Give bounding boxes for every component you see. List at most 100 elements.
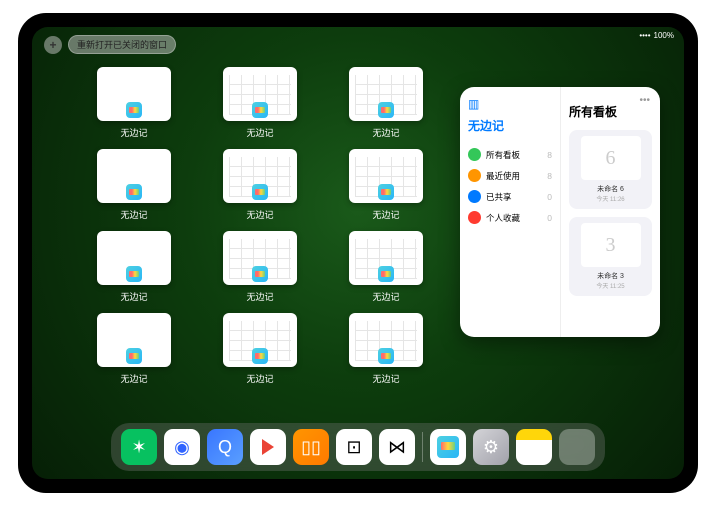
sidebar-item-label: 所有看板 [486, 149, 520, 161]
board-title: 未命名 6 [597, 184, 624, 194]
window-card[interactable]: 无边记 [80, 149, 188, 221]
window-thumbnail [97, 231, 171, 285]
screen: •••• 100% + 重新打开已关闭的窗口 无边记无边记无边记无边记无边记无边… [32, 27, 684, 479]
board-timestamp: 今天 11:26 [596, 194, 624, 203]
ipad-frame: •••• 100% + 重新打开已关闭的窗口 无边记无边记无边记无边记无边记无边… [18, 13, 698, 493]
dock-separator [422, 432, 423, 462]
window-thumbnail [223, 231, 297, 285]
dock-play-icon[interactable] [250, 429, 286, 465]
window-label: 无边记 [120, 126, 147, 139]
freeform-app-icon [378, 184, 394, 200]
freeform-app-icon [378, 102, 394, 118]
more-icon[interactable]: ••• [639, 95, 650, 106]
window-thumbnail [223, 313, 297, 367]
freeform-app-icon [126, 348, 142, 364]
window-card[interactable]: 无边记 [206, 67, 314, 139]
window-card[interactable]: 无边记 [206, 313, 314, 385]
freeform-app-icon [126, 266, 142, 282]
popup-app-title: 无边记 [468, 117, 552, 134]
window-card[interactable]: 无边记 [80, 67, 188, 139]
sidebar-item[interactable]: 最近使用 8 [468, 165, 552, 186]
popup-sidebar: ▥ 无边记 所有看板 8 最近使用 8 已共享 0 个人收藏 0 [460, 87, 560, 337]
sidebar-item[interactable]: 已共享 0 [468, 186, 552, 207]
dock-app7-icon[interactable]: ⋈ [379, 429, 415, 465]
dock-dice-icon[interactable]: ⊡ [336, 429, 372, 465]
window-card[interactable]: 无边记 [206, 149, 314, 221]
sidebar-item-label: 个人收藏 [486, 212, 520, 224]
freeform-app-icon [252, 266, 268, 282]
window-thumbnail [223, 149, 297, 203]
dock-browser2-icon[interactable]: Q [207, 429, 243, 465]
category-icon [468, 148, 481, 161]
sidebar-toggle-icon[interactable]: ▥ [468, 97, 479, 111]
window-thumbnail [349, 67, 423, 121]
add-window-button[interactable]: + [44, 36, 62, 54]
window-card[interactable]: 无边记 [332, 67, 440, 139]
window-card[interactable]: 无边记 [80, 231, 188, 303]
window-thumbnail [349, 313, 423, 367]
category-icon [468, 169, 481, 182]
dock-settings-icon[interactable]: ⚙ [473, 429, 509, 465]
freeform-app-icon [252, 184, 268, 200]
sidebar-item-count: 0 [547, 192, 552, 202]
window-label: 无边记 [120, 372, 147, 385]
board-card[interactable]: 3 未命名 3今天 11:25 [569, 217, 652, 296]
reopen-closed-window-button[interactable]: 重新打开已关闭的窗口 [68, 35, 176, 54]
board-title: 未命名 3 [597, 271, 624, 281]
dock: ✶ ◉ Q ▯▯ ⊡ ⋈ ⚙ [111, 423, 605, 471]
freeform-app-icon [378, 266, 394, 282]
window-thumbnail [97, 313, 171, 367]
board-preview: 3 [581, 223, 641, 267]
window-label: 无边记 [120, 290, 147, 303]
status-bar: •••• 100% [639, 31, 674, 40]
window-thumbnail [223, 67, 297, 121]
window-label: 无边记 [246, 126, 273, 139]
window-card[interactable]: 无边记 [80, 313, 188, 385]
sidebar-item[interactable]: 所有看板 8 [468, 144, 552, 165]
freeform-app-icon [126, 102, 142, 118]
dock-books-icon[interactable]: ▯▯ [293, 429, 329, 465]
freeform-app-icon [252, 348, 268, 364]
sidebar-item-count: 8 [547, 150, 552, 160]
window-label: 无边记 [246, 372, 273, 385]
window-card[interactable]: 无边记 [332, 149, 440, 221]
sidebar-item[interactable]: 个人收藏 0 [468, 207, 552, 228]
window-label: 无边记 [372, 126, 399, 139]
top-bar: + 重新打开已关闭的窗口 [44, 35, 176, 54]
dock-folder-icon[interactable] [559, 429, 595, 465]
sidebar-item-label: 最近使用 [486, 170, 520, 182]
category-icon [468, 190, 481, 203]
window-label: 无边记 [120, 208, 147, 221]
sidebar-item-count: 0 [547, 213, 552, 223]
battery-label: 100% [654, 31, 674, 40]
signal-icon: •••• [639, 31, 650, 40]
dock-freeform-icon[interactable] [430, 429, 466, 465]
window-label: 无边记 [372, 208, 399, 221]
freeform-app-icon [378, 348, 394, 364]
dock-notes-icon[interactable] [516, 429, 552, 465]
window-card[interactable]: 无边记 [332, 313, 440, 385]
window-label: 无边记 [372, 372, 399, 385]
board-card[interactable]: 6 未命名 6今天 11:26 [569, 130, 652, 209]
window-card[interactable]: 无边记 [332, 231, 440, 303]
dock-browser1-icon[interactable]: ◉ [164, 429, 200, 465]
window-thumbnail [97, 149, 171, 203]
window-thumbnail [97, 67, 171, 121]
window-label: 无边记 [372, 290, 399, 303]
freeform-app-icon [252, 102, 268, 118]
sidebar-item-count: 8 [547, 171, 552, 181]
sidebar-item-label: 已共享 [486, 191, 512, 203]
window-label: 无边记 [246, 290, 273, 303]
popup-content: 所有看板 6未命名 6今天 11:263未命名 3今天 11:25 [560, 87, 660, 337]
window-card[interactable]: 无边记 [206, 231, 314, 303]
dock-wechat-icon[interactable]: ✶ [121, 429, 157, 465]
board-preview: 6 [581, 136, 641, 180]
freeform-popup: ••• ▥ 无边记 所有看板 8 最近使用 8 已共享 0 个人收藏 0 所有看板 6 未命名 … [460, 87, 660, 337]
board-timestamp: 今天 11:25 [596, 281, 624, 290]
app-windows-grid: 无边记无边记无边记无边记无边记无边记无边记无边记无边记无边记无边记无边记 [80, 67, 440, 385]
window-thumbnail [349, 231, 423, 285]
window-thumbnail [349, 149, 423, 203]
freeform-app-icon [126, 184, 142, 200]
window-label: 无边记 [246, 208, 273, 221]
category-icon [468, 211, 481, 224]
